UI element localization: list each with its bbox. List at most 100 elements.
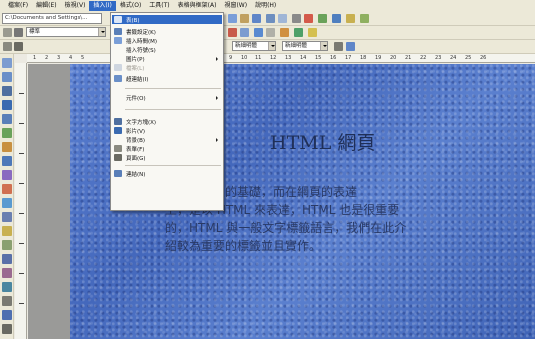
toolbar-icon-q[interactable] xyxy=(294,28,303,37)
vertical-ruler xyxy=(15,63,27,339)
menu-item-background[interactable]: 背景(B) xyxy=(112,135,222,144)
frame-tool-icon[interactable] xyxy=(2,268,12,278)
link-tool-icon[interactable] xyxy=(2,198,12,208)
toolbar-icon-o[interactable] xyxy=(266,28,275,37)
toolbar-icon-t[interactable] xyxy=(14,42,23,51)
address-field[interactable]: C:\Documents and Settings\... xyxy=(2,13,102,24)
toolbar-icon-e[interactable] xyxy=(278,14,287,23)
ruler-number: 9 xyxy=(229,55,233,61)
component-icon xyxy=(114,94,122,101)
toolbar-icon-r[interactable] xyxy=(308,28,317,37)
image-tool-icon[interactable] xyxy=(2,114,12,124)
style-combo[interactable]: 標準 xyxy=(26,27,106,37)
ruler-number: 16 xyxy=(330,55,337,61)
page-icon xyxy=(114,154,122,161)
menu-item-hyperlink[interactable]: 超連結(I) xyxy=(112,74,222,83)
toolbar-icon-s[interactable] xyxy=(3,42,12,51)
menu-help[interactable]: 說明(H) xyxy=(251,1,280,11)
toolbar-icon-n[interactable] xyxy=(254,28,263,37)
paragraph-line: 的，HTML 與一般文字標籤語言，我們在此介 xyxy=(165,221,407,235)
menu-tools[interactable]: 工具(T) xyxy=(145,1,173,11)
ruler-number: 23 xyxy=(435,55,442,61)
toolbar-icon-u[interactable] xyxy=(334,42,343,51)
ruler-number: 25 xyxy=(465,55,472,61)
ruler-number: 22 xyxy=(420,55,427,61)
draw-tool-icon[interactable] xyxy=(2,170,12,180)
toolbar-icon-j[interactable] xyxy=(346,14,355,23)
menu-table[interactable]: 表格與框架(A) xyxy=(174,1,221,11)
document-title[interactable]: HTML 網頁 xyxy=(270,128,375,155)
menu-item-table[interactable]: 表(B) xyxy=(112,15,222,24)
color-tool-icon[interactable] xyxy=(2,226,12,236)
menu-item-symbol[interactable]: 插入符號(S) xyxy=(112,45,222,54)
style-font-combo[interactable]: 新細明體 xyxy=(282,41,328,51)
menu-item-link[interactable]: 連結(N) xyxy=(112,169,222,178)
more-tool-icon[interactable] xyxy=(2,324,12,334)
menu-item-form[interactable]: 表單(F) xyxy=(112,144,222,153)
grid-tool-icon[interactable] xyxy=(2,254,12,264)
font-toolbar: 新細明體 新細明體 xyxy=(0,40,535,54)
ruler-number: 20 xyxy=(390,55,397,61)
ruler-tick xyxy=(19,93,24,94)
style-icon[interactable] xyxy=(3,28,12,37)
menu-item-bookmark[interactable]: 書籤設定(K) xyxy=(112,27,222,36)
submenu-arrow-icon xyxy=(216,95,218,100)
fill-tool-icon[interactable] xyxy=(2,184,12,194)
layer-tool-icon[interactable] xyxy=(2,240,12,250)
frontpage-editor-window: 檔案(F) 編輯(E) 檢視(V) 插入(I) 格式(O) 工具(T) 表格與框… xyxy=(0,0,535,339)
menu-format[interactable]: 格式(O) xyxy=(116,1,145,11)
arrow-tool-icon[interactable] xyxy=(2,156,12,166)
toolbar-icon-k[interactable] xyxy=(360,14,369,23)
toolbar-icon-c[interactable] xyxy=(252,14,261,23)
bold-icon[interactable] xyxy=(14,28,23,37)
menu-separator xyxy=(125,88,221,89)
ruler-number: 4 xyxy=(69,55,73,61)
toolbar-icon-h[interactable] xyxy=(318,14,327,23)
menu-view[interactable]: 檢視(V) xyxy=(61,1,90,11)
menu-item-component[interactable]: 元件(O) xyxy=(112,93,222,102)
toolbar-icon-d[interactable] xyxy=(266,14,275,23)
menu-item-picture[interactable]: 圖片(P) xyxy=(112,54,222,63)
extra-tool-icon[interactable] xyxy=(2,310,12,320)
media-tool-icon[interactable] xyxy=(2,282,12,292)
menu-window[interactable]: 視窗(W) xyxy=(220,1,251,11)
form-icon xyxy=(114,145,122,152)
table-tool-icon[interactable] xyxy=(2,212,12,222)
toolbar-icon-i[interactable] xyxy=(332,14,341,23)
shape-tool-icon[interactable] xyxy=(2,128,12,138)
ruler-tick xyxy=(19,123,24,124)
toolbar-icon-l[interactable] xyxy=(228,28,237,37)
toolbar-icon-b[interactable] xyxy=(240,14,249,23)
line-tool-icon[interactable] xyxy=(2,142,12,152)
menu-item-file[interactable]: 檔案(L) xyxy=(112,63,222,72)
ruler-tick xyxy=(19,243,24,244)
toolbar-icon-v[interactable] xyxy=(346,42,355,51)
toolbar-icon-m[interactable] xyxy=(240,28,249,37)
zoom-tool-icon[interactable] xyxy=(2,296,12,306)
font-name-combo[interactable]: 新細明體 xyxy=(232,41,276,51)
menu-edit[interactable]: 編輯(E) xyxy=(32,1,60,11)
paragraph-line: 紹較為重要的標籤並且實作。 xyxy=(165,239,322,253)
menu-insert[interactable]: 插入(I) xyxy=(89,1,116,11)
type-tool-icon[interactable] xyxy=(2,86,12,96)
symbol-icon xyxy=(114,46,122,53)
text-tool-icon[interactable] xyxy=(2,72,12,82)
toolbar-icon-f[interactable] xyxy=(292,14,301,23)
textbox-icon xyxy=(114,118,122,125)
chevron-down-icon xyxy=(268,42,275,50)
ruler-number: 2 xyxy=(45,55,49,61)
toolbar-icon-a[interactable] xyxy=(228,14,237,23)
menu-item-video[interactable]: 影片(V) xyxy=(112,126,222,135)
ruler-number: 18 xyxy=(360,55,367,61)
menu-item-page[interactable]: 頁面(G) xyxy=(112,153,222,162)
menu-file[interactable]: 檔案(F) xyxy=(4,1,32,11)
toolbar-icon-g[interactable] xyxy=(304,14,313,23)
select-tool-icon[interactable] xyxy=(2,58,12,68)
menu-item-textbox[interactable]: 文字方塊(X) xyxy=(112,117,222,126)
rect-tool-icon[interactable] xyxy=(2,100,12,110)
toolbar-icon-p[interactable] xyxy=(280,28,289,37)
ruler-tick xyxy=(19,183,24,184)
menu-item-datetime[interactable]: 插入時間(M) xyxy=(112,36,222,45)
ruler-number: 1 xyxy=(33,55,37,61)
ruler-number: 19 xyxy=(375,55,382,61)
